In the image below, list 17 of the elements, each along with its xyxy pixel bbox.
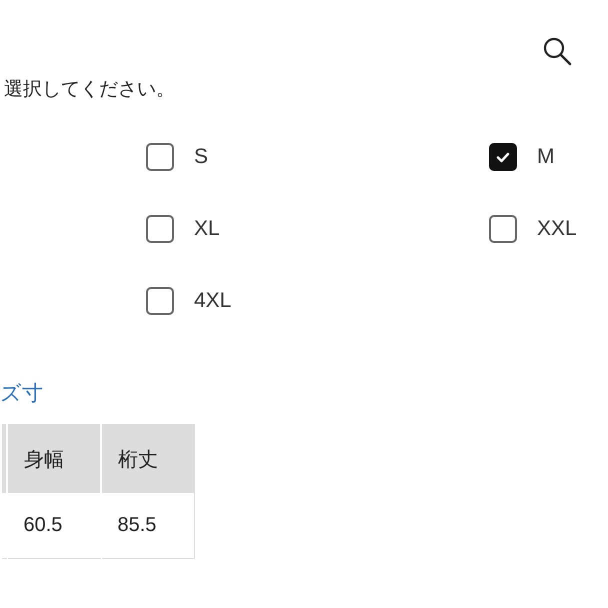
checkbox[interactable] — [489, 143, 517, 171]
table-cell: 60.5 — [7, 493, 101, 558]
size-link[interactable]: ズ寸 — [0, 380, 608, 408]
column-header: 身幅 — [7, 424, 101, 493]
search-icon[interactable] — [542, 36, 572, 66]
checkbox[interactable] — [146, 287, 174, 315]
size-label[interactable]: S — [194, 145, 208, 169]
table-cell: 85.5 — [101, 493, 194, 558]
instruction-text: 選択してください。 — [3, 80, 176, 100]
checkbox[interactable] — [146, 215, 174, 243]
size-label[interactable]: 4XL — [194, 289, 232, 313]
column-header: 桁丈 — [101, 424, 194, 493]
size-label[interactable]: XL — [194, 217, 220, 241]
checkbox[interactable] — [146, 143, 174, 171]
size-label[interactable]: M — [537, 145, 554, 169]
size-label[interactable]: XXL — [537, 217, 577, 241]
checkbox[interactable] — [489, 215, 517, 243]
